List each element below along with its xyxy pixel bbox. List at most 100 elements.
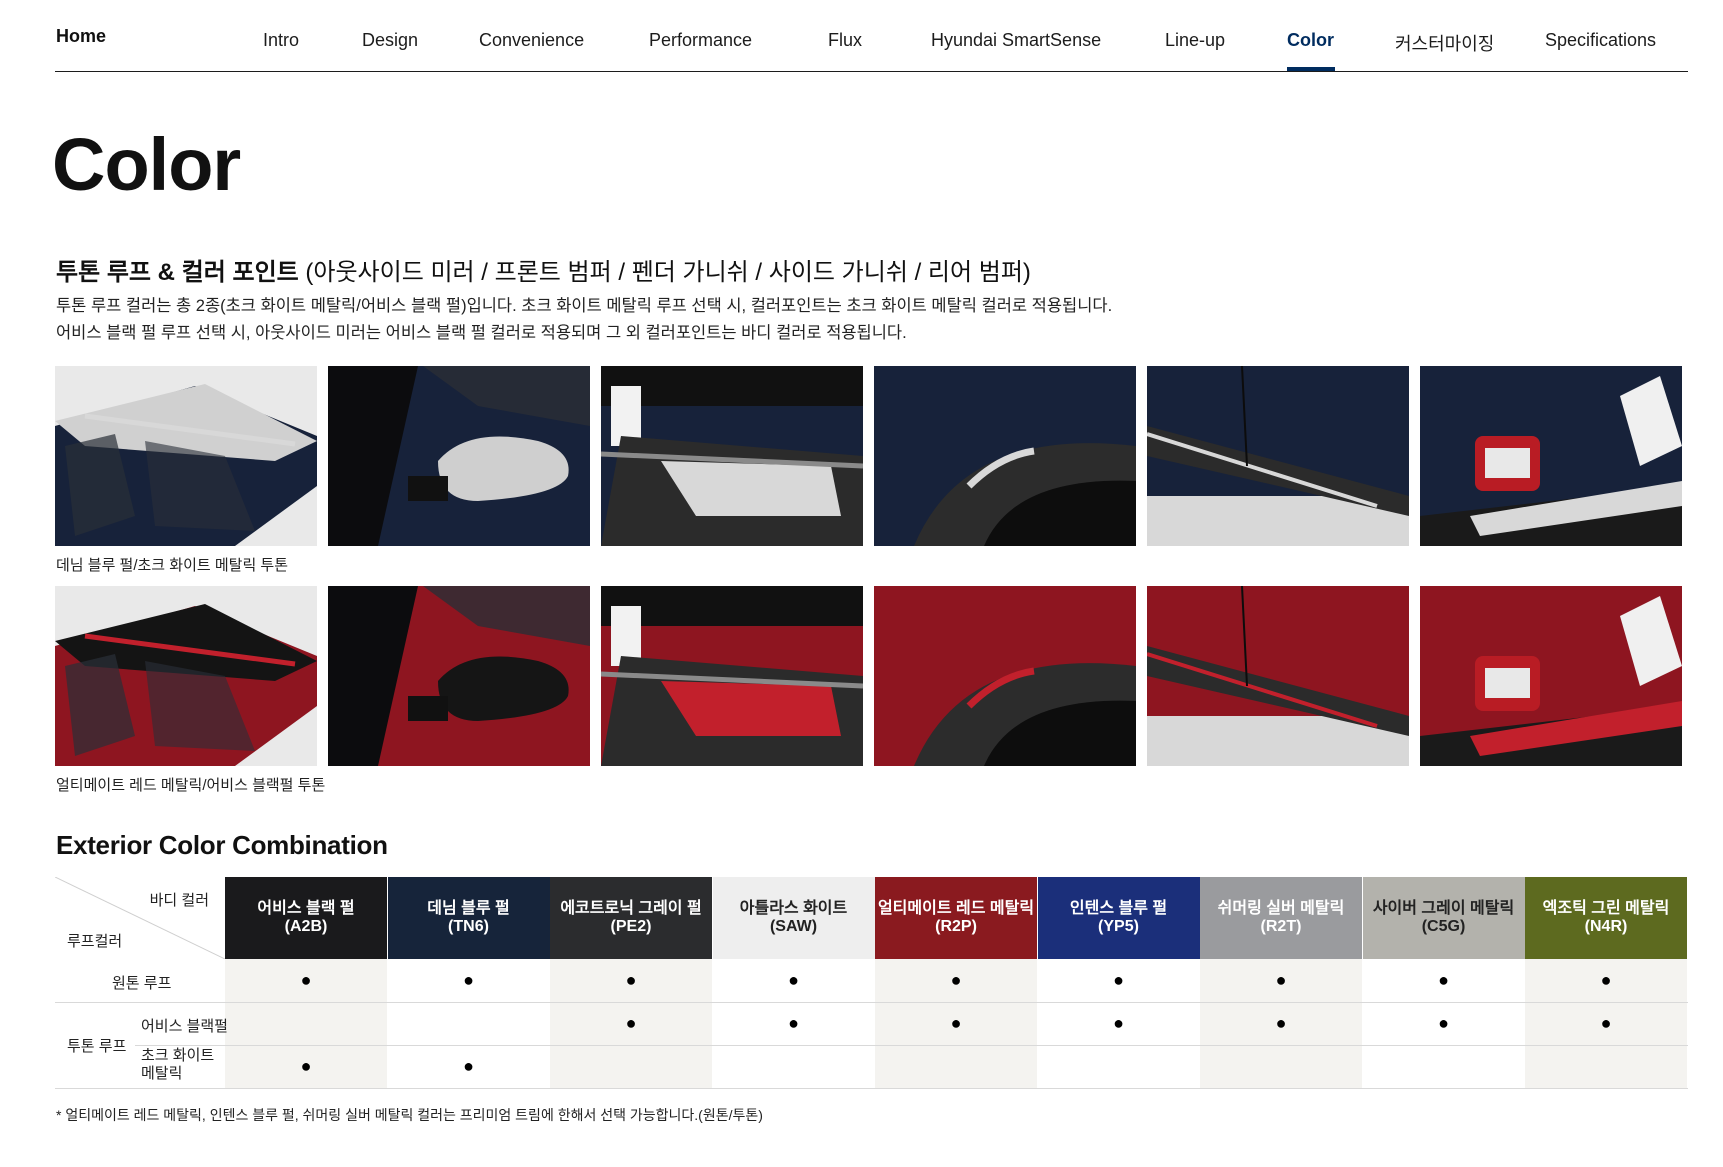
row-label-two-tone: 투톤 루프 (67, 1038, 127, 1055)
combo-title: Exterior Color Combination (56, 830, 388, 860)
nav-item-design[interactable]: Design (362, 30, 418, 51)
color-code: (A2B) (284, 918, 328, 935)
photo-rear-bumper-1 (1420, 366, 1682, 546)
color-column-header: 사이버 그레이 메탈릭 (C5G) (1362, 877, 1525, 959)
availability-dot: ● (1600, 1013, 1612, 1033)
photo-image-side-garnish (1147, 366, 1409, 546)
color-column-header: 어비스 블랙 펄 (A2B) (225, 877, 387, 959)
photo-image-rear-bumper (1420, 366, 1682, 546)
color-column-header: 에코트로닉 그레이 펄 (PE2) (550, 877, 712, 959)
availability-dot: ● (1275, 1013, 1287, 1033)
photo-fender-garnish-2 (874, 586, 1136, 766)
active-tab-indicator (1287, 67, 1335, 71)
table-cell-bg (225, 1002, 387, 1045)
nav-item-performance[interactable]: Performance (649, 30, 752, 51)
nav-item-smartsense[interactable]: Hyundai SmartSense (931, 30, 1101, 51)
photo-image-fender-garnish (874, 366, 1136, 546)
availability-dot: ● (625, 1013, 637, 1033)
photo-side-garnish-2 (1147, 586, 1409, 766)
table-cell-bg (1525, 1045, 1687, 1088)
availability-dot: ● (788, 1013, 799, 1033)
nav-item-customizing[interactable]: 커스터마이징 (1395, 30, 1494, 56)
nav-item-intro[interactable]: Intro (263, 30, 299, 51)
nav-item-lineup[interactable]: Line-up (1165, 30, 1225, 51)
color-column-header: 얼티메이트 레드 메탈릭 (R2P) (875, 877, 1037, 959)
photo-image-front-bumper (601, 586, 863, 766)
availability-dot: ● (463, 1056, 474, 1076)
table-corner-cell: 바디 컬러 루프컬러 (55, 877, 225, 959)
section-heading-rest: (아웃사이드 미러 / 프론트 범퍼 / 펜더 가니쉬 / 사이드 가니쉬 / … (298, 259, 1031, 286)
photo-image-side-garnish (1147, 586, 1409, 766)
color-name: 에코트로닉 그레이 펄 (560, 900, 702, 917)
row-label-one-tone: 원톤 루프 (112, 975, 172, 992)
color-name: 인텐스 블루 펄 (1069, 900, 1168, 917)
photo-roof-2 (55, 586, 317, 766)
color-column-header: 엑조틱 그린 메탈릭 (N4R) (1525, 877, 1687, 959)
color-name: 사이버 그레이 메탈릭 (1372, 900, 1515, 917)
section-description-2: 어비스 블랙 펄 루프 선택 시, 아웃사이드 미러는 어비스 블랙 펄 컬러로… (56, 324, 907, 342)
section-heading: 투톤 루프 & 컬러 포인트 (아웃사이드 미러 / 프론트 범퍼 / 펜더 가… (56, 252, 1031, 287)
color-name: 아틀라스 화이트 (739, 900, 848, 917)
color-column-header: 인텐스 블루 펄 (YP5) (1037, 877, 1200, 959)
photo-row-caption-2: 얼티메이트 레드 메탈릭/어비스 블랙펄 투톤 (56, 777, 326, 794)
section-heading-bold: 투톤 루프 & 컬러 포인트 (56, 259, 299, 286)
color-column-header: 아틀라스 화이트 (SAW) (712, 877, 875, 959)
color-name: 쉬머링 실버 메탈릭 (1217, 900, 1345, 917)
color-code: (SAW) (769, 918, 818, 935)
top-navigation: Home Intro Design Convenience Performanc… (55, 0, 1688, 72)
table-row-divider (55, 1002, 1688, 1003)
photo-image-mirror (328, 366, 590, 546)
photo-rear-bumper-2 (1420, 586, 1682, 766)
color-code: (PE2) (610, 918, 652, 935)
row-sublabel-chalk-white: 초크 화이트 메탈릭 (141, 1047, 215, 1082)
color-code: (R2T) (1260, 918, 1302, 935)
availability-dot: ● (1438, 970, 1449, 990)
table-cell-bg (875, 1045, 1037, 1088)
color-name: 어비스 블랙 펄 (257, 900, 355, 917)
photo-image-roof (55, 586, 317, 766)
color-name: 얼티메이트 레드 메탈릭 (877, 900, 1035, 917)
photo-fender-garnish-1 (874, 366, 1136, 546)
color-code: (C5G) (1421, 918, 1466, 935)
color-code: (R2P) (935, 918, 977, 935)
color-column-header: 쉬머링 실버 메탈릭 (R2T) (1200, 877, 1362, 959)
photo-row-caption-1: 데님 블루 펄/초크 화이트 메탈릭 투톤 (56, 557, 289, 574)
nav-item-color[interactable]: Color (1287, 30, 1334, 51)
color-name: 엑조틱 그린 메탈릭 (1542, 900, 1670, 917)
photo-side-garnish-1 (1147, 366, 1409, 546)
table-cell-bg (1200, 1045, 1362, 1088)
availability-dot: ● (1600, 970, 1612, 990)
row-sublabel-abyss-black: 어비스 블랙펄 (141, 1018, 228, 1035)
table-row-divider (55, 1088, 1688, 1089)
table-row-divider (135, 1045, 1688, 1046)
color-code: (TN6) (448, 918, 489, 935)
availability-dot: ● (463, 970, 474, 990)
color-name: 데님 블루 펄 (427, 900, 510, 917)
color-code: (N4R) (1584, 918, 1628, 935)
nav-item-convenience[interactable]: Convenience (479, 30, 584, 51)
footnote: * 얼티메이트 레드 메탈릭, 인텐스 블루 펄, 쉬머링 실버 메탈릭 컬러는… (56, 1107, 763, 1123)
availability-dot: ● (950, 970, 962, 990)
photo-image-fender-garnish (874, 586, 1136, 766)
table-cell-bg (550, 1045, 712, 1088)
availability-dot: ● (1113, 970, 1124, 990)
availability-dot: ● (1438, 1013, 1449, 1033)
section-description-1: 투톤 루프 컬러는 총 2종(초크 화이트 메탈릭/어비스 블랙 펄)입니다. … (56, 297, 1113, 315)
photo-mirror-2 (328, 586, 590, 766)
photo-image-mirror (328, 586, 590, 766)
corner-body-label: 바디 컬러 (149, 892, 209, 909)
photo-front-bumper-2 (601, 586, 863, 766)
availability-dot: ● (788, 970, 799, 990)
photo-mirror-1 (328, 366, 590, 546)
photo-roof-1 (55, 366, 317, 546)
availability-dot: ● (300, 1056, 312, 1076)
color-column-header: 데님 블루 펄 (TN6) (387, 877, 550, 959)
page-title: Color (52, 123, 241, 206)
photo-image-front-bumper (601, 366, 863, 546)
nav-home-link[interactable]: Home (56, 26, 106, 47)
nav-item-specifications[interactable]: Specifications (1545, 30, 1656, 51)
availability-dot: ● (625, 970, 637, 990)
photo-front-bumper-1 (601, 366, 863, 546)
availability-dot: ● (1113, 1013, 1124, 1033)
nav-item-flux[interactable]: Flux (828, 30, 862, 51)
